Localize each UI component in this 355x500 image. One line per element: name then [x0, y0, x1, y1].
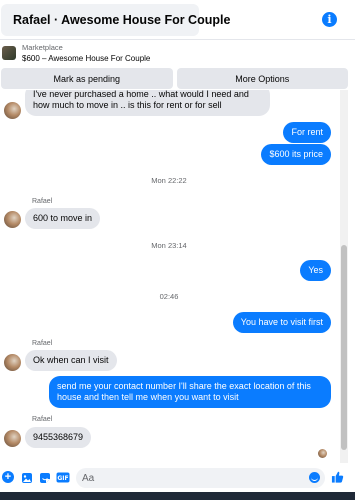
sender-name: Rafael [32, 198, 53, 205]
message-composer: + GIF Aa [0, 464, 355, 492]
timestamp: Mon 23:14 [151, 241, 187, 250]
plus-icon[interactable]: + [2, 471, 14, 483]
photo-icon[interactable] [20, 471, 33, 484]
like-icon[interactable] [331, 470, 344, 483]
sender-avatar [4, 354, 21, 371]
sender-avatar [4, 430, 21, 447]
message-input-placeholder: Aa [82, 472, 95, 484]
message-incoming: 600 to move in [25, 208, 101, 229]
marketplace-bar[interactable]: Marketplace $600 – Awesome House For Cou… [0, 40, 355, 66]
message-incoming: 9455368679 [25, 427, 92, 448]
sticker-icon[interactable] [38, 471, 51, 484]
message-list[interactable]: I've never purchased a home .. what woul… [0, 90, 338, 463]
listing-actions: Mark as pending More Options [1, 68, 348, 89]
seen-indicator-avatar [318, 449, 327, 458]
chat-header: Rafael · Awesome House For Couple i [0, 0, 355, 40]
gif-icon[interactable]: GIF [56, 471, 70, 484]
chat-scrollbar[interactable] [340, 90, 348, 463]
mark-as-pending-button[interactable]: Mark as pending [1, 68, 173, 89]
message-outgoing: For rent [283, 122, 331, 143]
message-outgoing: Yes [300, 260, 331, 281]
message-input[interactable]: Aa [76, 468, 325, 488]
message-incoming: Ok when can I visit [25, 350, 117, 371]
sender-name: Rafael [32, 340, 53, 347]
sender-avatar [4, 102, 21, 119]
conversation-title-button[interactable]: Rafael · Awesome House For Couple [1, 4, 230, 36]
message-incoming: I've never purchased a home .. what woul… [25, 90, 270, 116]
emoji-icon[interactable] [309, 472, 320, 483]
info-icon[interactable]: i [322, 12, 337, 27]
sender-name: Rafael [32, 416, 53, 423]
window-bottom-edge [0, 492, 355, 500]
timestamp: 02:46 [159, 292, 179, 301]
message-outgoing: $600 its price [261, 144, 331, 165]
message-outgoing: You have to visit first [232, 312, 331, 333]
more-options-button[interactable]: More Options [176, 68, 348, 89]
timestamp: Mon 22:22 [151, 176, 187, 185]
scrollbar-thumb[interactable] [341, 245, 347, 450]
conversation-title: Rafael · Awesome House For Couple [13, 13, 231, 27]
svg-text:GIF: GIF [57, 475, 68, 482]
marketplace-label: Marketplace [22, 43, 63, 52]
message-outgoing: send me your contact number I'll share t… [49, 376, 331, 408]
listing-title: $600 – Awesome House For Couple [22, 54, 151, 63]
sender-avatar [4, 211, 21, 228]
listing-thumbnail [2, 46, 16, 60]
